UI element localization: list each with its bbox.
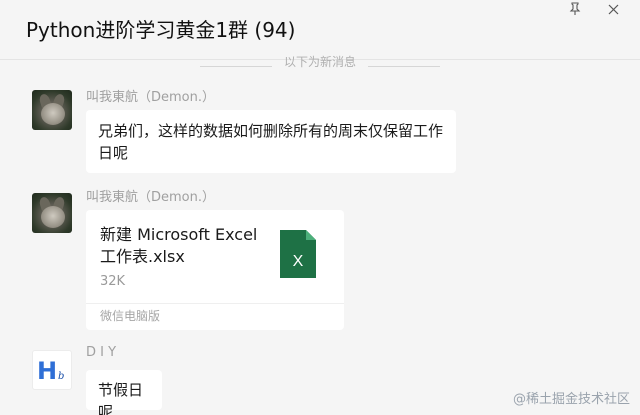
watermark: @稀土掘金技术社区 [512, 392, 630, 407]
file-name: 新建 Microsoft Excel 工作表.xlsx [100, 225, 258, 266]
sender-name: 叫我東航（Demon.） [86, 90, 215, 105]
divider-line-left [200, 65, 272, 67]
avatar-letter: H [37, 357, 58, 385]
diy-avatar[interactable]: H b [32, 350, 72, 390]
file-card-divider [86, 303, 344, 304]
pin-icon[interactable] [566, 0, 584, 18]
file-message-card[interactable]: 新建 Microsoft Excel 工作表.xlsx 32K X 微信电脑版 [86, 210, 344, 330]
chat-title: Python进阶学习黄金1群 (94) [26, 18, 296, 42]
cat-avatar[interactable] [32, 193, 72, 233]
svg-text:X: X [293, 253, 304, 270]
new-messages-divider: 以下为新消息 [200, 55, 441, 74]
message-text: 兄弟们，这样的数据如何删除所有的周末仅保留工作日呢 [98, 122, 444, 162]
sender-name: D I Y [86, 345, 117, 360]
message-bubble[interactable]: 节假日呢 [86, 370, 162, 415]
cat-avatar[interactable] [32, 90, 72, 130]
excel-file-icon: X [280, 230, 316, 278]
avatar-sub-letter: b [58, 371, 65, 382]
sender-name: 叫我東航（Demon.） [86, 190, 215, 205]
divider-line-right [368, 65, 441, 67]
message-bubble[interactable]: 兄弟们，这样的数据如何删除所有的周末仅保留工作日呢 [86, 110, 456, 173]
message-text: 节假日呢 [98, 381, 144, 415]
title-bar: Python进阶学习黄金1群 (94) [0, 0, 640, 60]
file-source: 微信电脑版 [100, 309, 161, 323]
close-icon[interactable] [604, 0, 622, 18]
new-messages-label: 以下为新消息 [284, 55, 357, 69]
file-size: 32K [100, 274, 126, 289]
